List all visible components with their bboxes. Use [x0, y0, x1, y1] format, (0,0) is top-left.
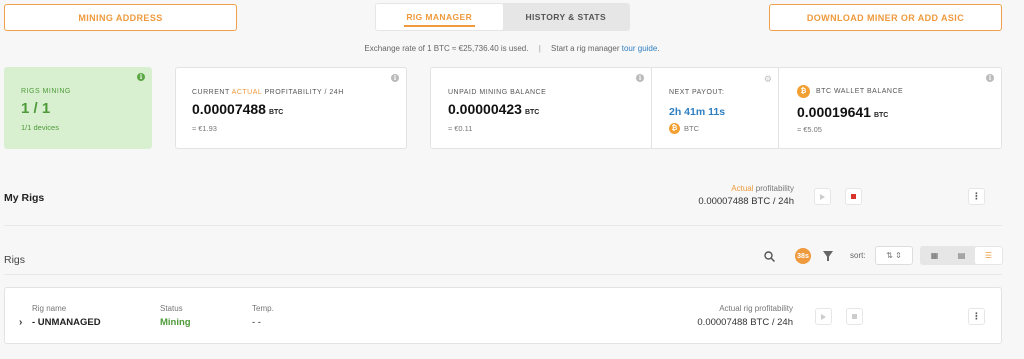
bitcoin-icon: ₿ [797, 85, 810, 98]
wallet-label-row: ₿ BTC WALLET BALANCE [797, 85, 903, 98]
stop-icon [851, 194, 856, 199]
stop-icon [852, 314, 857, 319]
wallet-balance-unit: BTC [873, 112, 889, 119]
rig-temp-label: Temp. [252, 304, 274, 313]
my-rigs-profitability: Actual profitability 0.00007488 BTC / 24… [698, 184, 794, 207]
next-payout-countdown: 2h 41m 11s [669, 106, 726, 118]
view-mode-group: ▦ ▤ ☰ [920, 246, 1003, 265]
my-rigs-profit-label: profitability [755, 184, 794, 193]
grid-icon: ▦ [930, 251, 939, 260]
exchange-separator: | [538, 44, 541, 53]
stop-all-button[interactable] [845, 188, 862, 205]
rig-name-label: Rig name [32, 304, 67, 313]
unpaid-balance-value: 0.00000423 [448, 101, 522, 117]
view-tabs: RIG MANAGER HISTORY & STATS [375, 3, 630, 31]
rig-temp-value: - - [252, 317, 261, 328]
payout-currency: ₿ BTC [669, 123, 699, 134]
info-icon[interactable]: i [636, 74, 644, 82]
rig-menu-button[interactable]: ⋮ [968, 308, 985, 325]
unpaid-balance-label: UNPAID MINING BALANCE [448, 89, 547, 96]
info-icon[interactable]: i [391, 74, 399, 82]
info-icon[interactable]: i [986, 74, 994, 82]
exchange-rate-text: Exchange rate of 1 BTC ≈ €25,736.40 is u… [364, 44, 529, 53]
profitability-unit: BTC [268, 109, 284, 116]
rigs-mining-count: 1 / 1 [21, 100, 51, 117]
rig-profit-value: 0.00007488 BTC / 24h [697, 317, 793, 328]
rig-stop-button[interactable] [846, 308, 863, 325]
tour-prefix: Start a rig manager [551, 44, 620, 53]
unpaid-balance-card: UNPAID MINING BALANCE 0.00000423 BTC ≈ €0… [430, 67, 652, 149]
play-icon [821, 313, 826, 320]
profitability-label: CURRENT ACTUAL PROFITABILITY / 24H [192, 89, 344, 96]
info-icon[interactable]: i [137, 73, 145, 81]
rigs-title: Rigs [4, 254, 26, 266]
my-rigs-title: My Rigs [4, 192, 45, 204]
gear-icon[interactable]: ⚙ [764, 74, 772, 85]
tab-history-stats[interactable]: HISTORY & STATS [503, 4, 630, 30]
profitability-label-accent: ACTUAL [231, 89, 263, 96]
next-payout-label: NEXT PAYOUT: [669, 89, 725, 96]
list-icon: ☰ [984, 251, 993, 260]
rigs-mining-card: RIGS MINING 1 / 1 1/1 devices i [4, 67, 152, 149]
wallet-value-row: 0.00019641 BTC [797, 104, 888, 122]
unpaid-value-row: 0.00000423 BTC [448, 101, 539, 119]
filter-icon[interactable] [823, 251, 833, 261]
rig-name-value: - UNMANAGED [32, 317, 101, 328]
tour-guide-link[interactable]: tour guide [622, 44, 658, 53]
wallet-balance-fiat: ≈ €5.05 [797, 125, 822, 134]
rig-row[interactable]: › Rig name - UNMANAGED Status Mining Tem… [4, 287, 1002, 344]
unpaid-balance-unit: BTC [524, 109, 540, 116]
section-divider [4, 225, 1002, 226]
more-icon: ⋮ [972, 191, 981, 201]
search-icon[interactable] [764, 251, 775, 262]
chevron-right-icon[interactable]: › [19, 317, 22, 328]
play-icon [820, 193, 825, 200]
my-rigs-menu-button[interactable]: ⋮ [968, 188, 985, 205]
sort-icon: ⇅ ⇕ [886, 251, 902, 260]
sort-button[interactable]: ⇅ ⇕ [875, 246, 913, 265]
unpaid-balance-fiat: ≈ €0.11 [448, 124, 473, 133]
more-icon: ⋮ [972, 311, 981, 321]
wallet-balance-card: ₿ BTC WALLET BALANCE 0.00019641 BTC ≈ €5.… [778, 67, 1002, 149]
rig-profit-label: Actual rig profitability [719, 304, 793, 313]
profitability-value-row: 0.00007488 BTC [192, 101, 283, 119]
profitability-fiat: ≈ €1.93 [192, 124, 217, 133]
rigs-divider [4, 274, 1002, 275]
exchange-rate-info: Exchange rate of 1 BTC ≈ €25,736.40 is u… [0, 44, 1024, 53]
profitability-value: 0.00007488 [192, 101, 266, 117]
grid-view-button[interactable]: ▦ [921, 247, 948, 264]
rig-status-label: Status [160, 304, 183, 313]
mining-address-button[interactable]: MINING ADDRESS [4, 4, 237, 31]
rigs-mining-devices: 1/1 devices [21, 123, 59, 132]
rigs-mining-label: RIGS MINING [21, 88, 71, 95]
payout-currency-label: BTC [684, 124, 699, 133]
wallet-balance-label: BTC WALLET BALANCE [816, 88, 904, 95]
sort-label: sort: [850, 251, 866, 260]
refresh-timer-badge[interactable]: 38s [795, 248, 811, 264]
wallet-balance-value: 0.00019641 [797, 104, 871, 120]
profitability-label-pre: CURRENT [192, 89, 230, 96]
rig-start-button[interactable] [815, 308, 832, 325]
bitcoin-icon: ₿ [669, 123, 680, 134]
profitability-card: CURRENT ACTUAL PROFITABILITY / 24H 0.000… [175, 67, 407, 149]
start-all-button[interactable] [814, 188, 831, 205]
profitability-label-post: PROFITABILITY / 24H [264, 89, 344, 96]
my-rigs-profit-accent: Actual [731, 184, 754, 193]
compact-view-button[interactable]: ▤ [948, 247, 975, 264]
list-view-button[interactable]: ☰ [975, 247, 1002, 264]
tour-suffix: . [657, 44, 660, 53]
next-payout-card: NEXT PAYOUT: 2h 41m 11s ₿ BTC ⚙ [651, 67, 779, 149]
rig-status-value: Mining [160, 317, 191, 328]
my-rigs-profit-value: 0.00007488 BTC / 24h [698, 196, 794, 207]
compact-icon: ▤ [957, 251, 966, 260]
tab-rig-manager[interactable]: RIG MANAGER [376, 4, 503, 30]
download-miner-button[interactable]: DOWNLOAD MINER OR ADD ASIC [769, 4, 1002, 31]
